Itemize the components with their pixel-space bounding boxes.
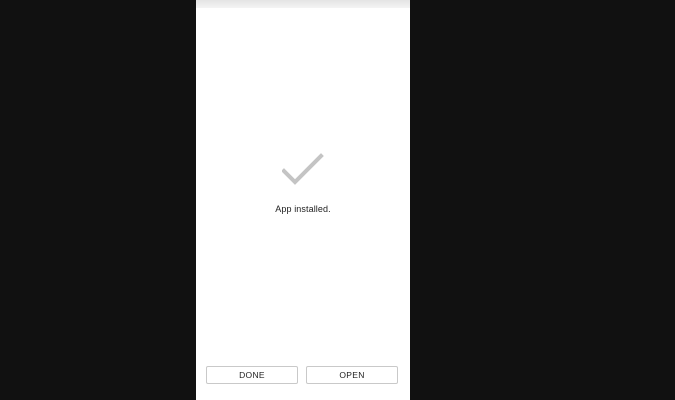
install-complete-screen: App installed. DONE OPEN (196, 0, 410, 400)
install-status-text: App installed. (275, 204, 331, 214)
open-button[interactable]: OPEN (306, 366, 398, 384)
checkmark-icon (282, 153, 324, 185)
done-button[interactable]: DONE (206, 366, 298, 384)
status-bar (196, 0, 410, 8)
